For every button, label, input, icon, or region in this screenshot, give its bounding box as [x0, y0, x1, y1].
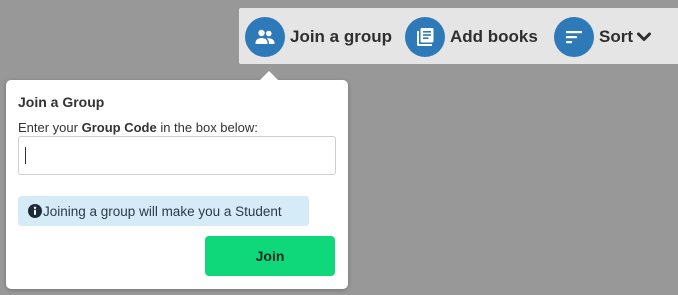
group-code-instruction: Enter your Group Code in the box below:	[18, 120, 258, 135]
books-icon	[405, 17, 445, 57]
sort-label: Sort	[599, 27, 633, 46]
join-group-label: Join a group	[290, 27, 392, 46]
add-books-button[interactable]: Add books	[405, 17, 538, 57]
instruction-group-code: Group Code	[81, 120, 157, 135]
info-icon	[28, 204, 42, 218]
join-group-button[interactable]: Join a group	[245, 17, 392, 57]
instruction-prefix: Enter your	[18, 120, 82, 135]
join-button[interactable]: Join	[205, 236, 335, 276]
popover-arrow	[259, 71, 279, 81]
group-icon	[245, 17, 285, 57]
sort-button[interactable]: Sort	[554, 17, 651, 57]
popover-title: Join a Group	[18, 94, 105, 110]
info-text: Joining a group will make you a Student	[43, 203, 282, 219]
group-code-input[interactable]	[18, 136, 336, 175]
toolbar: Join a group Add books Sort	[239, 8, 678, 64]
text-cursor	[25, 147, 26, 164]
add-books-label: Add books	[450, 27, 538, 46]
student-info-notice: Joining a group will make you a Student	[18, 196, 309, 226]
join-group-popover: Join a Group Enter your Group Code in th…	[6, 71, 348, 289]
chevron-down-icon	[637, 32, 651, 42]
sort-icon	[554, 17, 594, 57]
instruction-suffix: in the box below:	[156, 120, 258, 135]
